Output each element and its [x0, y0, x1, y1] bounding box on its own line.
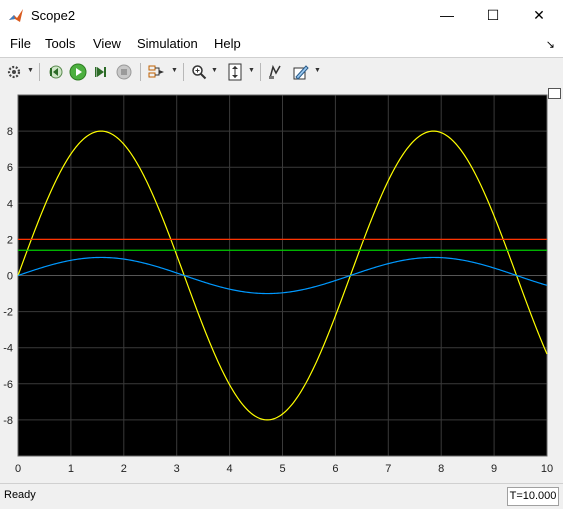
x-tick-label: 10 — [541, 463, 553, 475]
menu-help[interactable]: Help — [214, 36, 241, 51]
x-tick-label: 5 — [279, 463, 285, 475]
menu-view[interactable]: View — [93, 36, 121, 51]
style-icon[interactable] — [291, 62, 311, 82]
y-tick-label: 2 — [7, 234, 13, 246]
matlab-logo-icon — [9, 9, 23, 22]
gear-dropdown-icon[interactable]: ▼ — [27, 67, 34, 74]
x-tick-label: 4 — [227, 463, 233, 475]
y-tick-label: -4 — [3, 343, 13, 355]
y-tick-label: 6 — [7, 162, 13, 174]
step-forward-icon[interactable] — [91, 62, 111, 82]
scope-plot[interactable]: 0 1 2 3 4 5 6 7 8 9 10 8 6 4 2 0 -2 -4 -6 -8 — [0, 86, 563, 483]
y-tick-label: 8 — [7, 126, 13, 138]
gear-icon[interactable] — [4, 62, 24, 82]
title-bar: Scope2 — ☐ ✕ — [0, 0, 563, 32]
close-icon: ✕ — [533, 6, 545, 23]
toolbar-separator — [140, 63, 141, 81]
step-back-icon[interactable] — [45, 62, 65, 82]
x-tick-label: 0 — [15, 463, 21, 475]
x-tick-label: 1 — [68, 463, 74, 475]
scale-axes-icon[interactable] — [225, 62, 245, 82]
y-tick-label: 4 — [7, 198, 13, 210]
menu-file[interactable]: File — [10, 36, 31, 51]
toolbar-separator — [183, 63, 184, 81]
x-tick-label: 3 — [174, 463, 180, 475]
scale-axes-dropdown-icon[interactable]: ▼ — [248, 67, 255, 74]
y-tick-label: 0 — [7, 271, 13, 283]
window-title: Scope2 — [31, 8, 76, 23]
y-tick-label: -6 — [3, 379, 13, 391]
scope-display: 0 1 2 3 4 5 6 7 8 9 10 8 6 4 2 0 -2 -4 -6 -8 — [0, 86, 563, 483]
minimize-icon: — — [440, 7, 454, 23]
menu-tools[interactable]: Tools — [45, 36, 75, 51]
signal-selector-dropdown-icon[interactable]: ▼ — [171, 67, 178, 74]
x-tick-label: 6 — [332, 463, 338, 475]
x-tick-label: 9 — [491, 463, 497, 475]
x-tick-label: 7 — [385, 463, 391, 475]
toolbar: ▼ ▼ ▼ ▼ ▼ — [0, 57, 563, 87]
zoom-icon[interactable] — [189, 62, 209, 82]
stop-icon[interactable] — [114, 62, 134, 82]
style-dropdown-icon[interactable]: ▼ — [314, 67, 321, 74]
menu-simulation[interactable]: Simulation — [137, 36, 198, 51]
run-icon[interactable] — [68, 62, 88, 82]
y-tick-label: -8 — [3, 415, 13, 427]
status-text: Ready — [4, 489, 36, 501]
close-button[interactable]: ✕ — [516, 0, 562, 30]
toolbar-separator — [260, 63, 261, 81]
menu-overflow-icon[interactable]: ↘ — [546, 38, 555, 51]
y-tick-label: -2 — [3, 307, 13, 319]
x-tick-label: 2 — [121, 463, 127, 475]
simulation-time: T=10.000 — [507, 487, 559, 506]
x-tick-label: 8 — [438, 463, 444, 475]
signal-selector-icon[interactable] — [147, 62, 167, 82]
status-bar: Ready T=10.000 — [0, 483, 563, 509]
minimize-button[interactable]: — — [424, 0, 470, 30]
toolbar-separator — [39, 63, 40, 81]
menu-bar: File Tools View Simulation Help ↘ — [0, 32, 563, 56]
maximize-button[interactable]: ☐ — [470, 0, 516, 30]
zoom-dropdown-icon[interactable]: ▼ — [211, 67, 218, 74]
cursor-measurement-icon[interactable] — [265, 62, 285, 82]
maximize-icon: ☐ — [486, 6, 500, 23]
